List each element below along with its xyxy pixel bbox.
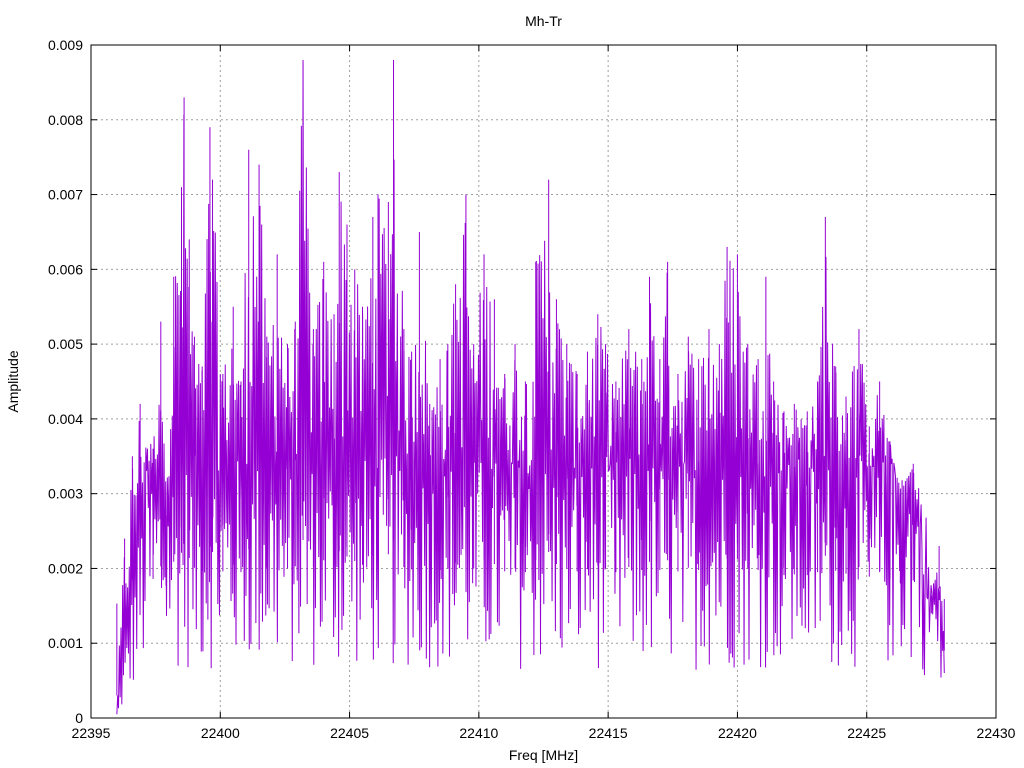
y-tick-label: 0 [75,710,83,726]
x-tick-label: 22430 [977,725,1016,741]
y-tick-labels: 0 0.001 0.002 0.003 0.004 0.005 0.006 0.007 0.00… [48,37,83,726]
y-axis-label: Amplitude [5,350,21,412]
x-tick-labels: 22395 22400 22405 22410 22415 22420 22425 22430 [72,725,1016,741]
x-tick-label: 22415 [589,725,628,741]
x-tick-label: 22405 [330,725,369,741]
x-tick-label: 22425 [847,725,886,741]
y-tick-label: 0.001 [48,635,83,651]
y-tick-label: 0.003 [48,486,83,502]
y-tick-label: 0.007 [48,187,83,203]
chart-title: Mh-Tr [525,13,562,29]
x-axis-label: Freq [MHz] [509,747,578,763]
y-tick-label: 0.008 [48,112,83,128]
y-tick-label: 0.002 [48,560,83,576]
y-tick-label: 0.006 [48,261,83,277]
y-tick-label: 0.005 [48,336,83,352]
y-tick-label: 0.004 [48,411,83,427]
x-tick-label: 22400 [201,725,240,741]
x-tick-label: 22410 [459,725,498,741]
series-layer [116,59,945,715]
chart: 22395 22400 22405 22410 22415 22420 22425 22430… [5,13,1016,763]
x-tick-label: 22395 [72,725,111,741]
x-tick-label: 22420 [718,725,757,741]
y-tick-label: 0.009 [48,37,83,53]
